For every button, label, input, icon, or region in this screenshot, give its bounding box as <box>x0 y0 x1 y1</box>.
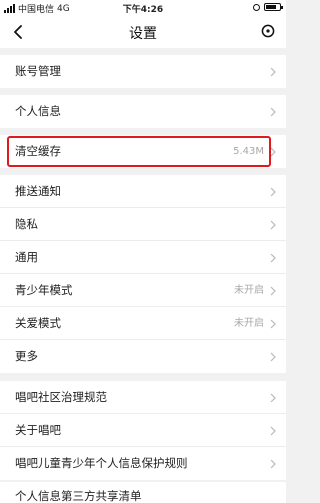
settings-item-label: 隐私 <box>15 217 38 231</box>
teen-mode-status: 未开启 <box>234 285 264 296</box>
settings-item-about[interactable]: 关于唱吧 <box>0 414 286 447</box>
settings-group-account: 账号管理 <box>0 55 286 88</box>
care-mode-status: 未开启 <box>234 318 264 329</box>
status-time: 下午4:26 <box>122 5 164 15</box>
battery-icon <box>264 3 283 11</box>
chevron-right-icon <box>270 253 276 263</box>
settings-item-label: 唱吧儿童青少年个人信息保护规则 <box>15 456 188 470</box>
settings-item-teen-mode[interactable]: 青少年模式 未开启 <box>0 274 286 307</box>
settings-group-general: 推送通知 隐私 通用 青少年模式 未开启 关爱模式 未开启 更多 <box>0 175 286 373</box>
settings-item-push-notifications[interactable]: 推送通知 <box>0 175 286 208</box>
settings-item-personal-info[interactable]: 个人信息 <box>0 95 286 128</box>
chevron-right-icon <box>270 352 276 362</box>
settings-group-about: 唱吧社区治理规范 关于唱吧 唱吧儿童青少年个人信息保护规则 <box>0 381 286 480</box>
settings-item-label: 更多 <box>15 349 38 363</box>
settings-item-label: 个人信息 <box>15 104 61 118</box>
chevron-right-icon <box>270 220 276 230</box>
chevron-right-icon <box>270 107 276 117</box>
chevron-right-icon <box>270 426 276 436</box>
settings-item-label: 关于唱吧 <box>15 423 61 437</box>
settings-item-third-party-sharing-container: 个人信息第三方共享清单 <box>0 482 286 503</box>
settings-item-label: 关爱模式 <box>15 316 61 330</box>
settings-item-label: 个人信息第三方共享清单 <box>15 489 142 503</box>
chevron-right-icon <box>270 459 276 469</box>
settings-group-personal: 个人信息 <box>0 95 286 128</box>
settings-item-privacy[interactable]: 隐私 <box>0 208 286 241</box>
settings-item-third-party-sharing[interactable]: 个人信息第三方共享清单 <box>0 482 286 503</box>
status-bar: 中国电信 4G 下午4:26 <box>0 0 286 16</box>
highlight-box <box>7 136 271 167</box>
chevron-right-icon <box>270 393 276 403</box>
settings-item-community-rules[interactable]: 唱吧社区治理规范 <box>0 381 286 414</box>
settings-item-account-management[interactable]: 账号管理 <box>0 55 286 88</box>
settings-item-care-mode[interactable]: 关爱模式 未开启 <box>0 307 286 340</box>
record-icon <box>261 24 275 38</box>
settings-item-label: 账号管理 <box>15 64 61 78</box>
settings-item-general[interactable]: 通用 <box>0 241 286 274</box>
settings-item-label: 唱吧社区治理规范 <box>15 390 107 404</box>
settings-item-label: 通用 <box>15 250 38 264</box>
settings-item-label: 青少年模式 <box>15 283 73 297</box>
record-button[interactable] <box>260 23 276 39</box>
settings-item-more[interactable]: 更多 <box>0 340 286 373</box>
status-right <box>253 3 283 11</box>
chevron-right-icon <box>270 286 276 296</box>
page-title: 设置 <box>129 26 157 42</box>
chevron-right-icon <box>270 67 276 77</box>
chevron-right-icon <box>270 187 276 197</box>
settings-item-label: 推送通知 <box>15 184 61 198</box>
chevron-right-icon <box>270 319 276 329</box>
settings-item-child-privacy-rules[interactable]: 唱吧儿童青少年个人信息保护规则 <box>0 447 286 480</box>
navigation-bar: 设置 <box>0 16 286 48</box>
alarm-icon <box>253 3 260 11</box>
